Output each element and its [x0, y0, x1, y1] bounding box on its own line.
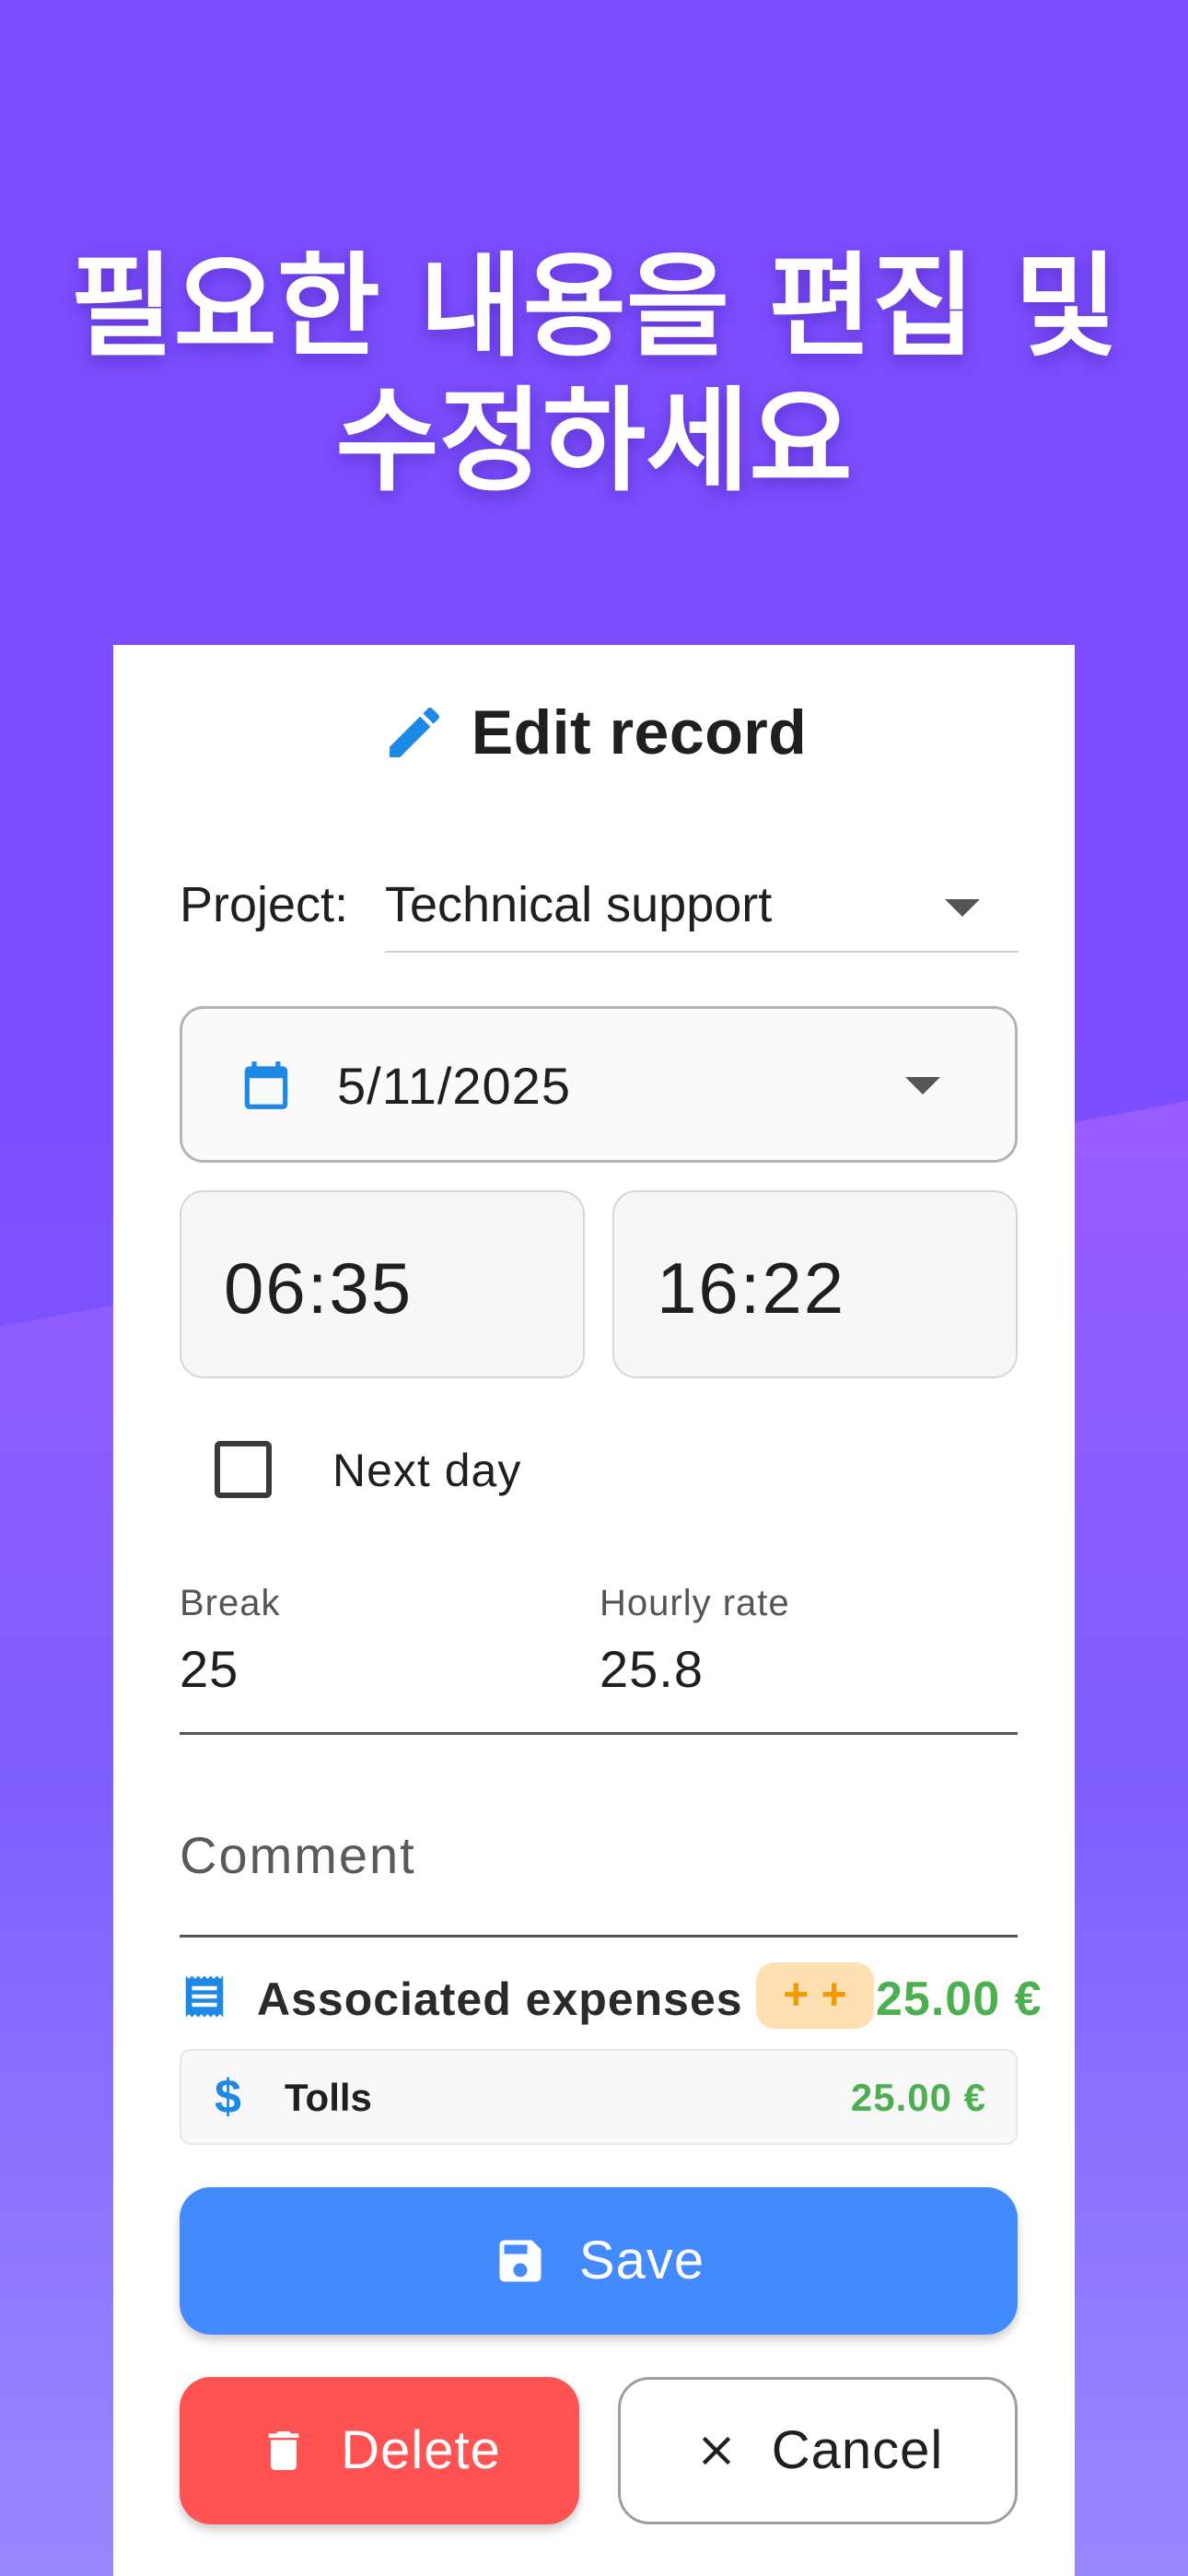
dollar-icon: $ [215, 2070, 241, 2124]
end-time-value: 16:22 [657, 1247, 846, 1329]
expense-amount: 25.00 € [850, 2076, 986, 2119]
expense-name: Tolls [285, 2076, 372, 2119]
edit-record-dialog: Edit record Project: Technical support 5… [113, 645, 1075, 2576]
expenses-label: Associated expenses [257, 1973, 743, 2025]
pencil-icon [389, 707, 439, 757]
break-input[interactable]: 25 [180, 1640, 239, 1699]
expenses-total: 25.00 € [876, 1973, 1042, 2026]
next-day-label: Next day [332, 1445, 522, 1496]
start-time-value: 06:35 [224, 1247, 413, 1329]
close-icon [702, 2436, 730, 2465]
expenses-header: Associated expenses + + 25.00 € [180, 1962, 1101, 2032]
chevron-down-icon [905, 1077, 940, 1095]
hourly-rate-label: Hourly rate [600, 1583, 790, 1623]
break-rate-divider [180, 1732, 1018, 1735]
calendar-icon [244, 1061, 288, 1109]
receipt-icon [185, 1975, 224, 2018]
project-dropdown[interactable]: Technical support [385, 857, 1019, 953]
save-button-label: Save [578, 2231, 705, 2290]
date-picker-field[interactable]: 5/11/2025 [180, 1006, 1018, 1163]
headline-line-2: 수정하세요 [335, 376, 853, 507]
delete-button[interactable]: Delete [180, 2377, 579, 2524]
cancel-button[interactable]: Cancel [618, 2377, 1018, 2524]
headline: 필요한 내용을 편집 및 수정하세요 [0, 240, 1188, 509]
chevron-down-icon [945, 899, 980, 917]
start-time-field[interactable]: 06:35 [180, 1190, 585, 1378]
dialog-header: Edit record [113, 696, 1075, 769]
break-label: Break [180, 1583, 281, 1623]
project-label: Project: [180, 877, 349, 932]
next-day-checkbox[interactable] [215, 1441, 272, 1498]
cancel-button-label: Cancel [771, 2420, 944, 2480]
end-time-field[interactable]: 16:22 [612, 1190, 1018, 1378]
save-button[interactable]: Save [180, 2187, 1018, 2335]
floppy-disk-icon [499, 2240, 542, 2282]
date-value: 5/11/2025 [337, 1057, 571, 1115]
trash-icon [268, 2431, 299, 2470]
hourly-rate-input[interactable]: 25.8 [600, 1640, 704, 1699]
delete-button-label: Delete [341, 2420, 501, 2480]
dialog-title: Edit record [471, 697, 808, 767]
project-value: Technical support [385, 877, 773, 932]
comment-underline [180, 1935, 1018, 1938]
comment-input[interactable]: Comment [180, 1826, 416, 1885]
expense-item[interactable]: $ Tolls 25.00 € [180, 2049, 1018, 2145]
headline-line-1: 필요한 내용을 편집 및 [70, 241, 1118, 372]
add-expense-button[interactable]: + + [756, 1962, 874, 2029]
